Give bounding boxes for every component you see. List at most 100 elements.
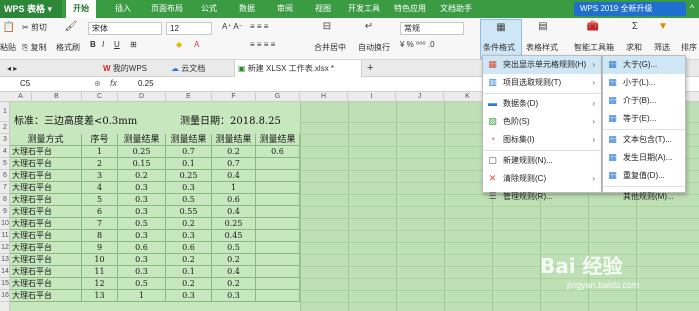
cf-menu-item[interactable]: ▥ 项目选取规则(T) › bbox=[483, 74, 601, 92]
table-cell[interactable]: 0.2 bbox=[212, 146, 256, 158]
table-cell[interactable]: 0.3 bbox=[118, 266, 166, 278]
table-cell[interactable]: 0.4 bbox=[212, 266, 256, 278]
app-menu-button[interactable]: WPS 表格 ▾ bbox=[0, 0, 62, 18]
highlight-rule-item[interactable]: ▦ 等于(E)... bbox=[603, 110, 685, 128]
tab-formulas[interactable]: 公式 bbox=[194, 0, 224, 18]
table-cell[interactable]: 0.2 bbox=[118, 170, 166, 182]
table-header-cell[interactable]: 测量结果 bbox=[212, 134, 256, 146]
table-cell[interactable] bbox=[256, 278, 300, 290]
font-name-select[interactable]: 宋体 bbox=[88, 22, 162, 35]
cf-menu-item[interactable]: ◔ 图标集(I) › bbox=[483, 131, 601, 149]
cf-menu-item[interactable]: ✕ 清除规则(C) › bbox=[483, 170, 601, 188]
row-header[interactable]: 7 bbox=[0, 182, 10, 194]
table-cell[interactable]: 0.45 bbox=[212, 230, 256, 242]
table-cell[interactable]: 0.4 bbox=[212, 206, 256, 218]
table-cell[interactable]: 0.5 bbox=[166, 194, 212, 206]
table-cell[interactable] bbox=[256, 158, 300, 170]
table-cell[interactable]: 0.5 bbox=[118, 218, 166, 230]
table-header-cell[interactable]: 测量方式 bbox=[10, 134, 82, 146]
column-header[interactable]: F bbox=[212, 92, 256, 102]
row-header[interactable]: 6 bbox=[0, 170, 10, 182]
table-cell[interactable]: 9 bbox=[82, 242, 118, 254]
sum-button[interactable]: 求和 bbox=[626, 42, 642, 53]
bold-button[interactable]: B bbox=[90, 40, 96, 49]
table-cell[interactable]: 4 bbox=[82, 182, 118, 194]
table-cell[interactable]: 大理石平台 bbox=[10, 206, 82, 218]
tab-doc-assistant[interactable]: 文档助手 bbox=[436, 0, 476, 18]
column-header[interactable]: E bbox=[166, 92, 212, 102]
tab-developer[interactable]: 开发工具 bbox=[344, 0, 384, 18]
column-header[interactable]: G bbox=[256, 92, 300, 102]
table-header-cell[interactable]: 测量结果 bbox=[166, 134, 212, 146]
row-header[interactable]: 1 bbox=[0, 102, 10, 122]
row-header[interactable]: 12 bbox=[0, 242, 10, 254]
table-cell[interactable]: 0.6 bbox=[256, 146, 300, 158]
smart-toolbox-button[interactable]: 智能工具箱 bbox=[574, 42, 614, 53]
row-header[interactable]: 10 bbox=[0, 218, 10, 230]
column-header[interactable]: A bbox=[10, 92, 32, 102]
highlight-rule-item[interactable]: ▦ 发生日期(A)... bbox=[603, 149, 685, 167]
filter-icon[interactable]: ▼ bbox=[656, 21, 670, 32]
table-cell[interactable]: 大理石平台 bbox=[10, 194, 82, 206]
auto-wrap-button[interactable]: 自动换行 bbox=[358, 42, 390, 53]
border-icon[interactable]: ⊞ bbox=[130, 40, 137, 49]
table-cell[interactable]: 0.7 bbox=[212, 158, 256, 170]
table-cell[interactable] bbox=[256, 218, 300, 230]
column-header[interactable]: J bbox=[396, 92, 444, 102]
table-cell[interactable] bbox=[256, 242, 300, 254]
tab-review[interactable]: 审阅 bbox=[270, 0, 300, 18]
table-cell[interactable]: 大理石平台 bbox=[10, 218, 82, 230]
table-cell[interactable]: 0.3 bbox=[212, 290, 256, 302]
table-cell[interactable] bbox=[256, 206, 300, 218]
table-cell[interactable]: 0.3 bbox=[166, 230, 212, 242]
tab-data[interactable]: 数据 bbox=[232, 0, 262, 18]
new-tab-button[interactable]: + bbox=[364, 60, 376, 77]
tab-nav-icon[interactable]: ◂ ▸ bbox=[4, 60, 30, 77]
fx-icon[interactable]: fx bbox=[110, 78, 117, 88]
align-top-icon[interactable]: ≡ ≡ ≡ bbox=[250, 22, 268, 31]
table-cell[interactable]: 13 bbox=[82, 290, 118, 302]
cut-button[interactable]: ✂ 剪切 bbox=[22, 22, 47, 33]
table-cell[interactable]: 0.25 bbox=[166, 170, 212, 182]
highlight-rule-item[interactable]: ▦ 介于(B)... bbox=[603, 92, 685, 110]
table-cell[interactable]: 1 bbox=[212, 182, 256, 194]
tab-cloud-docs[interactable]: ☁ 云文档 bbox=[168, 60, 230, 77]
table-cell[interactable]: 大理石平台 bbox=[10, 266, 82, 278]
font-size-select[interactable]: 12 bbox=[166, 22, 212, 35]
column-header[interactable]: B bbox=[32, 92, 82, 102]
tab-special[interactable]: 特色应用 bbox=[390, 0, 430, 18]
table-cell[interactable]: 0.25 bbox=[212, 218, 256, 230]
font-color-icon[interactable]: A bbox=[194, 40, 199, 49]
tab-view[interactable]: 视图 bbox=[308, 0, 338, 18]
table-cell[interactable]: 2 bbox=[82, 158, 118, 170]
zoom-icon[interactable]: ⊕ bbox=[94, 79, 101, 88]
table-cell[interactable]: 0.3 bbox=[118, 194, 166, 206]
table-cell[interactable] bbox=[256, 194, 300, 206]
tab-my-wps[interactable]: W 我的WPS bbox=[100, 60, 166, 77]
table-cell[interactable]: 大理石平台 bbox=[10, 242, 82, 254]
underline-button[interactable]: U bbox=[114, 40, 120, 49]
table-cell[interactable]: 0.55 bbox=[166, 206, 212, 218]
table-cell[interactable]: 0.5 bbox=[212, 242, 256, 254]
cf-menu-item[interactable]: ▢ 新建规则(N)... bbox=[483, 152, 601, 170]
table-cell[interactable]: 6 bbox=[82, 206, 118, 218]
sum-icon[interactable]: Σ bbox=[628, 21, 642, 32]
table-cell[interactable] bbox=[256, 170, 300, 182]
table-cell[interactable]: 0.5 bbox=[118, 278, 166, 290]
table-cell[interactable]: 大理石平台 bbox=[10, 182, 82, 194]
highlight-rule-item[interactable]: ▦ 小于(L)... bbox=[603, 74, 685, 92]
table-cell[interactable]: 大理石平台 bbox=[10, 278, 82, 290]
row-header[interactable]: 2 bbox=[0, 122, 10, 134]
table-cell[interactable]: 大理石平台 bbox=[10, 230, 82, 242]
wrap-icon[interactable]: ↵ bbox=[362, 21, 376, 32]
table-cell[interactable]: 0.1 bbox=[166, 266, 212, 278]
cf-menu-item[interactable]: ▬ 数据条(D) › bbox=[483, 95, 601, 113]
paste-button[interactable]: 粘贴 bbox=[0, 42, 16, 53]
highlight-rule-item[interactable]: ▦ 重复值(D)... bbox=[603, 167, 685, 185]
row-header[interactable]: 4 bbox=[0, 146, 10, 158]
highlight-rule-item[interactable]: ▦ 文本包含(T)... bbox=[603, 131, 685, 149]
table-cell[interactable]: 0.3 bbox=[166, 182, 212, 194]
table-cell[interactable]: 0.6 bbox=[212, 194, 256, 206]
paste-icon[interactable]: 📋 bbox=[2, 22, 16, 33]
column-header[interactable]: D bbox=[118, 92, 166, 102]
